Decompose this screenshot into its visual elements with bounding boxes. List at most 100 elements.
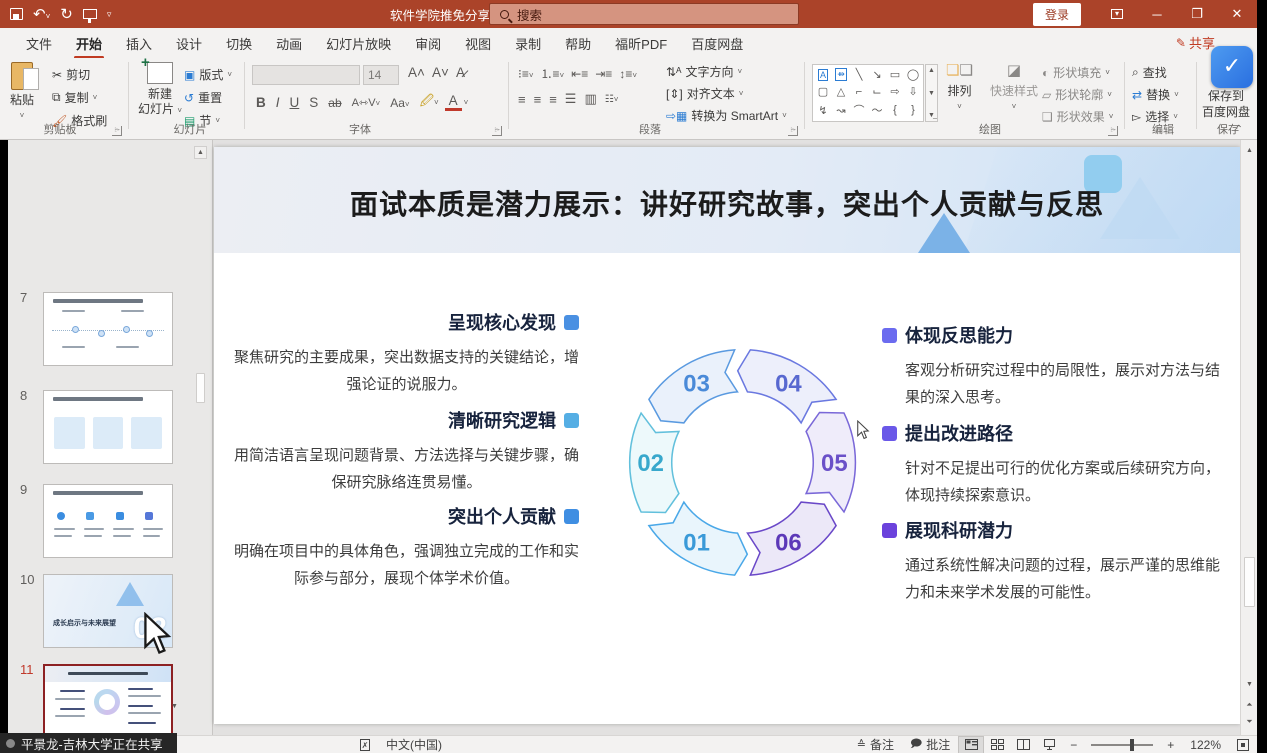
triangle-shape-icon[interactable]: △	[837, 85, 845, 98]
textbox-shape-icon[interactable]: A	[818, 69, 828, 81]
thumbnail-slide-8[interactable]	[43, 390, 173, 464]
font-color-icon[interactable]: A	[445, 94, 462, 111]
paste-button[interactable]: 粘贴 ˅	[10, 62, 34, 121]
baidu-netdisk-logo[interactable]: ✓	[1211, 46, 1253, 88]
zoom-out-button[interactable]: −	[1062, 736, 1085, 753]
zoom-slider-thumb[interactable]	[1130, 739, 1134, 751]
shape-effects-button[interactable]: ❑形状效果˅	[1042, 108, 1113, 125]
scroll-down-icon[interactable]: ▼	[1243, 678, 1256, 691]
quick-styles-button[interactable]: ◪ 快速样式 ˅	[990, 62, 1038, 112]
layout-button[interactable]: ▣版式˅	[184, 66, 232, 83]
tab-slideshow[interactable]: 幻灯片放映	[314, 28, 403, 59]
tab-transitions[interactable]: 切换	[214, 28, 264, 59]
notes-button[interactable]: ≙备注	[849, 736, 902, 753]
save-icon[interactable]	[10, 8, 23, 20]
line-shape-icon[interactable]: ╲	[856, 68, 863, 81]
zoom-in-button[interactable]: +	[1159, 736, 1182, 753]
minimize-button[interactable]: ─	[1137, 0, 1177, 28]
right-brace-shape-icon[interactable]: }	[911, 104, 915, 116]
shapes-gallery-scroll[interactable]: ▲ ▼ ▼̲	[925, 64, 938, 122]
freeform-shape-icon[interactable]: ↯	[818, 104, 827, 117]
tab-animations[interactable]: 动画	[264, 28, 314, 59]
clear-formatting-icon[interactable]: A̷	[452, 64, 469, 81]
collapse-ribbon-icon[interactable]: ⌃	[1235, 124, 1243, 135]
share-button[interactable]: ✎ 共享	[1176, 33, 1215, 52]
add-remove-columns-icon[interactable]: ☷˅	[605, 94, 619, 105]
slide-sorter-view-button[interactable]	[984, 736, 1010, 753]
new-slide-button[interactable]: 新建幻灯片 ˅	[138, 62, 182, 117]
tab-home[interactable]: 开始	[64, 28, 114, 59]
arrow-shape-icon[interactable]: ↘	[872, 68, 881, 81]
zoom-level[interactable]: 122%	[1182, 736, 1229, 753]
rounded-rectangle-shape-icon[interactable]: ▢	[818, 85, 828, 98]
shapes-scroll-down-icon[interactable]: ▼	[928, 90, 935, 97]
numbering-icon[interactable]: ⒈≡˅	[541, 65, 565, 82]
reading-view-button[interactable]	[1010, 736, 1036, 753]
decrease-font-icon[interactable]: A˅	[428, 64, 453, 81]
shape-outline-button[interactable]: ▱形状轮廓˅	[1042, 86, 1113, 103]
tab-help[interactable]: 帮助	[553, 28, 603, 59]
ribbon-display-options-icon[interactable]: ▾	[1097, 0, 1137, 28]
language-indicator[interactable]: 中文(中国)	[378, 736, 450, 753]
rectangle-shape-icon[interactable]: ▭	[890, 68, 900, 81]
fit-to-window-icon[interactable]	[1237, 739, 1249, 751]
convert-smartart-button[interactable]: ⇨▦转换为 SmartArt˅	[666, 107, 787, 124]
decrease-indent-icon[interactable]: ⇤≡	[571, 67, 588, 81]
slide-canvas[interactable]: 面试本质是潜力展示：讲好研究故事，突出个人贡献与反思 呈现核心发现 聚焦研究的主…	[214, 147, 1240, 724]
elbow-arrow-connector-icon[interactable]: ⌙	[872, 85, 881, 98]
text-shadow-icon[interactable]: S	[305, 94, 322, 111]
bullets-icon[interactable]: ⁝≡˅	[518, 67, 534, 81]
right-arrow-shape-icon[interactable]: ⇨	[890, 85, 899, 98]
increase-font-icon[interactable]: A˄	[404, 64, 429, 81]
oval-shape-icon[interactable]: ◯	[907, 68, 919, 81]
increase-indent-icon[interactable]: ⇥≡	[595, 67, 612, 81]
scribble-shape-icon[interactable]: ↝	[836, 104, 845, 117]
text-direction-button[interactable]: ⇅ᴬ文字方向˅	[666, 63, 787, 80]
thumbnail-slide-7[interactable]	[43, 292, 173, 366]
character-spacing-icon[interactable]: A⇿V˅	[348, 95, 385, 110]
drawing-dialog-launcher-icon[interactable]	[1108, 126, 1118, 136]
shapes-gallery[interactable]: A ⇻ ╲ ↘ ▭ ◯ ▢ △ ⌐ ⌙ ⇨ ⇩ ↯ ↝ ⌒ 〜 { }	[812, 64, 924, 122]
tab-file[interactable]: 文件	[14, 28, 64, 59]
clipboard-dialog-launcher-icon[interactable]	[112, 126, 122, 136]
cut-button[interactable]: ✂剪切	[52, 66, 107, 83]
comments-button[interactable]: 🗩批注	[902, 736, 958, 753]
tab-review[interactable]: 审阅	[403, 28, 453, 59]
close-button[interactable]: ✕	[1217, 0, 1257, 28]
paragraph-dialog-launcher-icon[interactable]	[788, 126, 798, 136]
tab-view[interactable]: 视图	[453, 28, 503, 59]
find-button[interactable]: ⌕查找	[1132, 64, 1179, 81]
arrange-button[interactable]: ❏❏ 排列 ˅	[946, 62, 973, 112]
left-brace-shape-icon[interactable]: {	[893, 104, 897, 116]
reset-button[interactable]: ↺重置	[184, 89, 232, 106]
copy-button[interactable]: ⧉复制˅	[52, 89, 107, 106]
align-center-icon[interactable]: ≡	[534, 92, 542, 107]
columns-icon[interactable]: ▥	[584, 91, 596, 107]
tab-record[interactable]: 录制	[503, 28, 553, 59]
previous-slide-icon[interactable]: ⏶	[1243, 698, 1256, 711]
thumbnails-collapse-icon[interactable]: ▼	[168, 700, 181, 713]
restore-button[interactable]: ❐	[1177, 0, 1217, 28]
elbow-connector-icon[interactable]: ⌐	[856, 86, 862, 98]
thumbnail-slide-11[interactable]	[43, 664, 173, 735]
start-presentation-icon[interactable]	[83, 9, 97, 19]
underline-icon[interactable]: U	[286, 94, 304, 111]
thumbnail-slide-9[interactable]	[43, 484, 173, 558]
next-slide-icon[interactable]: ⏷	[1243, 715, 1256, 728]
shape-fill-button[interactable]: ◐形状填充˅	[1042, 64, 1113, 81]
align-left-icon[interactable]: ≡	[518, 92, 526, 107]
replace-button[interactable]: ⇄替换˅	[1132, 86, 1179, 103]
font-dialog-launcher-icon[interactable]	[492, 126, 502, 136]
align-text-button[interactable]: [⇕]对齐文本˅	[666, 85, 787, 102]
thumbnails-scroll-up-icon[interactable]: ▲	[194, 146, 207, 159]
font-size-combo[interactable]	[363, 65, 399, 85]
zoom-slider[interactable]	[1091, 744, 1153, 746]
justify-icon[interactable]: ☰	[565, 91, 577, 107]
tab-foxit-pdf[interactable]: 福昕PDF	[603, 28, 679, 59]
bold-icon[interactable]: B	[252, 94, 270, 111]
cycle-diagram[interactable]: 01 02 03 04 05 06	[599, 319, 886, 606]
strikethrough-icon[interactable]: ab	[324, 95, 345, 111]
align-right-icon[interactable]: ≡	[549, 92, 557, 107]
arc-shape-icon[interactable]: ⌒	[854, 102, 865, 118]
thumbnails-scrollbar-thumb[interactable]	[196, 373, 205, 403]
